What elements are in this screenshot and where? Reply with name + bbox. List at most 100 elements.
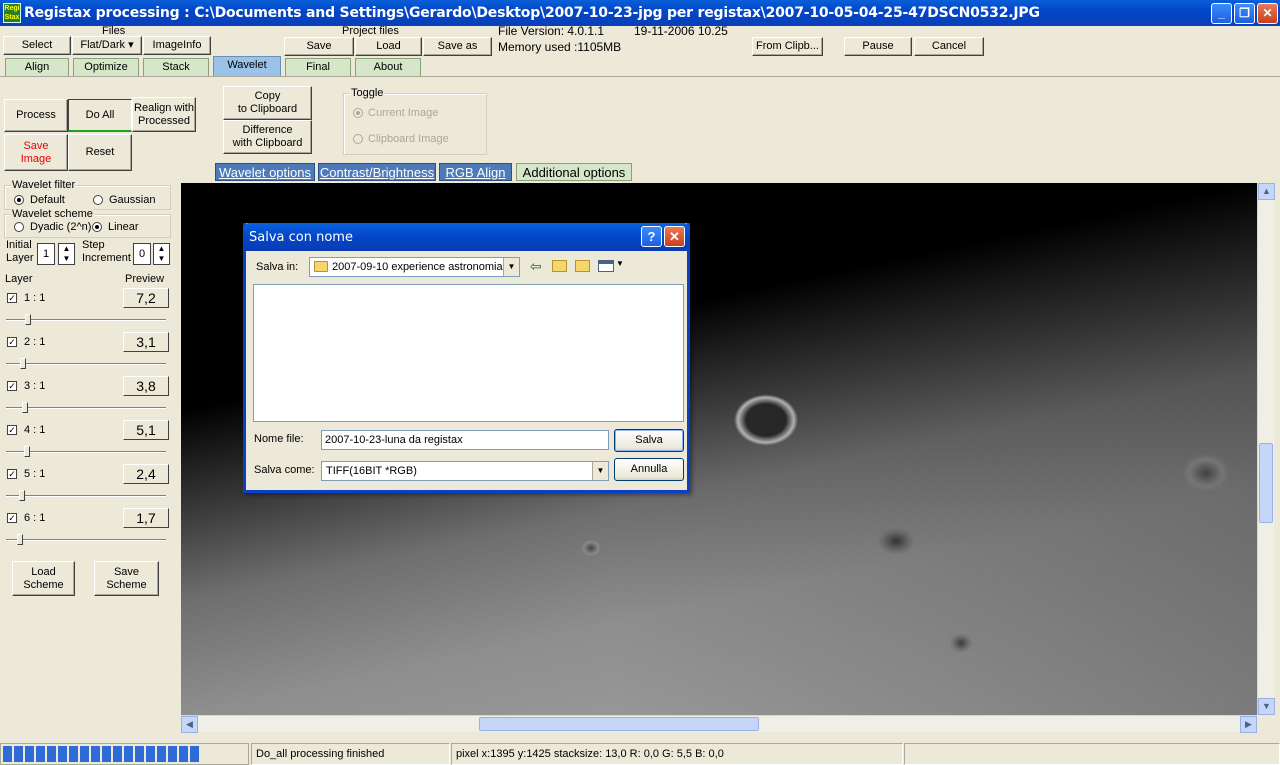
horizontal-scroll-thumb[interactable]	[479, 717, 759, 731]
from-clipboard-button[interactable]: From Clipb...	[752, 37, 823, 56]
linear-radio[interactable]	[92, 222, 102, 232]
step-increment-value[interactable]: 0	[133, 243, 151, 265]
layer-preview-button[interactable]: 2,4	[123, 464, 169, 484]
tab-optimize[interactable]: Optimize	[73, 58, 139, 76]
layer-slider-thumb[interactable]	[20, 358, 26, 369]
layer-checkbox[interactable]: ✓	[7, 513, 17, 523]
progress-block	[58, 746, 67, 762]
step-label-2: Increment	[82, 252, 131, 264]
nome-file-label: Nome file:	[254, 433, 304, 445]
vertical-scroll-thumb[interactable]	[1259, 443, 1273, 523]
clipboard-image-radio[interactable]	[353, 134, 363, 144]
layer-preview-button[interactable]: 7,2	[123, 288, 169, 308]
current-image-label: Current Image	[368, 107, 439, 119]
layer-preview-button[interactable]: 3,1	[123, 332, 169, 352]
salva-come-combo[interactable]: TIFF(16BIT *RGB) ▼	[321, 461, 609, 481]
file-list[interactable]	[253, 284, 684, 422]
scroll-left-icon[interactable]: ◀	[181, 716, 198, 733]
salva-button[interactable]: Salva	[614, 429, 684, 452]
view-menu-chevron-icon[interactable]: ▼	[616, 259, 624, 268]
progress-block	[69, 746, 78, 762]
dyadic-radio[interactable]	[14, 222, 24, 232]
save-as-dialog: Salva con nome ? ✕ Salva in: 2007-09-10 …	[243, 223, 690, 493]
layer-slider-track[interactable]	[6, 407, 166, 409]
scroll-down-icon[interactable]: ▼	[1258, 698, 1275, 715]
layer-slider-thumb[interactable]	[25, 314, 31, 325]
back-icon[interactable]: ⇦	[530, 258, 542, 275]
layer-preview-button[interactable]: 3,8	[123, 376, 169, 396]
initial-layer-spinner[interactable]: ▲ ▼	[58, 243, 75, 265]
tab-stack[interactable]: Stack	[143, 58, 209, 76]
save-image-button[interactable]: Save Image	[4, 134, 68, 171]
save-project-button[interactable]: Save	[284, 37, 354, 56]
subtab-rgb-align[interactable]: RGB Align	[439, 163, 512, 181]
maximize-button[interactable]: ❐	[1234, 3, 1255, 24]
horizontal-scrollbar[interactable]: ◀ ▶	[181, 715, 1257, 733]
layer-checkbox[interactable]: ✓	[7, 337, 17, 347]
progress-block	[14, 746, 23, 762]
view-menu-icon[interactable]	[598, 260, 614, 272]
copy-to-clipboard-button[interactable]: Copy to Clipboard	[223, 86, 312, 120]
do-all-button[interactable]: Do All	[68, 99, 132, 132]
dialog-help-button[interactable]: ?	[641, 226, 662, 247]
load-scheme-button[interactable]: Load Scheme	[12, 561, 75, 596]
imageinfo-button[interactable]: ImageInfo	[143, 36, 211, 55]
new-folder-icon[interactable]	[575, 260, 590, 272]
status-message: Do_all processing finished	[251, 743, 450, 765]
difference-clipboard-button[interactable]: Difference with Clipboard	[223, 120, 312, 154]
initial-layer-value[interactable]: 1	[37, 243, 55, 265]
layer-checkbox[interactable]: ✓	[7, 381, 17, 391]
current-image-radio[interactable]	[353, 108, 363, 118]
tab-wavelet[interactable]: Wavelet	[213, 56, 281, 76]
layer-checkbox[interactable]: ✓	[7, 425, 17, 435]
layer-checkbox[interactable]: ✓	[7, 293, 17, 303]
chevron-down-icon[interactable]: ▼	[592, 462, 608, 480]
cancel-button[interactable]: Cancel	[914, 37, 984, 56]
layer-preview-button[interactable]: 1,7	[123, 508, 169, 528]
tab-final[interactable]: Final	[285, 58, 351, 76]
window-title: Registax processing : C:\Documents and S…	[24, 5, 1040, 21]
pause-button[interactable]: Pause	[844, 37, 912, 56]
wavelet-scheme-title: Wavelet scheme	[11, 208, 94, 220]
scroll-right-icon[interactable]: ▶	[1240, 716, 1257, 733]
layer-slider-thumb[interactable]	[24, 446, 30, 457]
gaussian-radio[interactable]	[93, 195, 103, 205]
process-button[interactable]: Process	[4, 99, 68, 132]
layer-slider-thumb[interactable]	[22, 402, 28, 413]
minimize-button[interactable]: _	[1211, 3, 1232, 24]
layer-slider-track[interactable]	[6, 495, 166, 497]
load-project-button[interactable]: Load	[355, 37, 422, 56]
layer-slider-track[interactable]	[6, 451, 166, 453]
folder-icon	[314, 261, 328, 272]
default-radio[interactable]	[14, 195, 24, 205]
salva-in-combo[interactable]: 2007-09-10 experience astronomia ▼	[309, 257, 520, 277]
reset-button[interactable]: Reset	[68, 134, 132, 171]
layer-slider-track[interactable]	[6, 363, 166, 365]
realign-button[interactable]: Realign with Processed	[132, 97, 196, 132]
layer-slider-thumb[interactable]	[19, 490, 25, 501]
subtab-contrast-brightness[interactable]: Contrast/Brightness	[318, 163, 436, 181]
up-folder-icon[interactable]	[552, 260, 567, 272]
diff-label-1: Difference	[242, 124, 293, 136]
dialog-close-button[interactable]: ✕	[664, 226, 685, 247]
nome-file-input[interactable]: 2007-10-23-luna da registax	[321, 430, 609, 450]
scroll-up-icon[interactable]: ▲	[1258, 183, 1275, 200]
vertical-scrollbar[interactable]: ▲ ▼	[1257, 183, 1275, 715]
close-window-button[interactable]: ✕	[1257, 3, 1278, 24]
subtab-wavelet-options[interactable]: Wavelet options	[215, 163, 315, 181]
save-as-project-button[interactable]: Save as	[423, 37, 492, 56]
subtab-additional-options[interactable]: Additional options	[516, 163, 632, 181]
tab-about[interactable]: About	[355, 58, 421, 76]
layer-preview-button[interactable]: 5,1	[123, 420, 169, 440]
save-scheme-button[interactable]: Save Scheme	[94, 561, 159, 596]
flat-dark-button[interactable]: Flat/Dark ▾	[72, 36, 142, 55]
annulla-button[interactable]: Annulla	[614, 458, 684, 481]
chevron-down-icon[interactable]: ▼	[503, 258, 519, 276]
progress-block	[25, 746, 34, 762]
tab-align[interactable]: Align	[5, 58, 69, 76]
step-increment-spinner[interactable]: ▲ ▼	[153, 243, 170, 265]
layer-slider-thumb[interactable]	[17, 534, 23, 545]
layer-slider-track[interactable]	[6, 539, 166, 541]
select-button[interactable]: Select	[3, 36, 71, 55]
layer-checkbox[interactable]: ✓	[7, 469, 17, 479]
